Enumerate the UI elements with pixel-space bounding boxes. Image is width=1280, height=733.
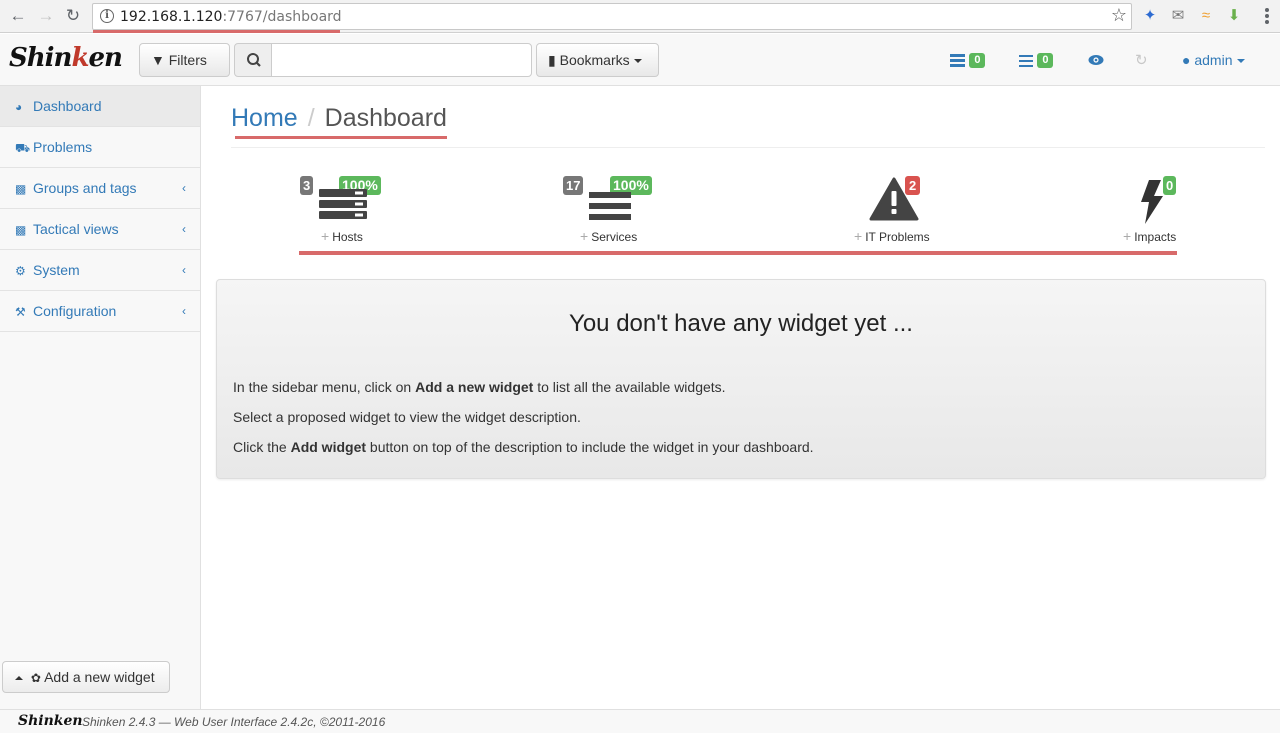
footer: Shinken Shinken 2.4.3 — Web User Interfa… [0, 709, 1280, 733]
bar-chart-icon: ▩ [15, 223, 27, 237]
services-summary[interactable]: 17 100% + Services [563, 176, 673, 246]
wrench-icon: ⚒ [15, 305, 26, 319]
chevron-left-icon: ‹ [182, 181, 186, 195]
search-group [234, 43, 532, 77]
bolt-icon [1141, 180, 1163, 224]
services-problems-badge: 0 [1037, 53, 1054, 69]
hosts-problems-link[interactable]: 0 [950, 52, 986, 70]
user-menu[interactable]: ● admin [1182, 52, 1245, 68]
browser-toolbar: ← → ↻ i 192.168.1.120:7767/dashboard ☆ ✦… [0, 0, 1280, 33]
site-info-icon[interactable]: i [100, 9, 114, 23]
empty-dashboard-panel: You don't have any widget yet ... In the… [216, 279, 1266, 479]
impacts-label: + Impacts [1123, 228, 1177, 244]
search-button[interactable] [234, 43, 272, 77]
sidebar-item-problems[interactable]: ⛟ Problems [0, 127, 200, 168]
filters-button[interactable]: ▼ Filters [139, 43, 230, 96]
user-icon: ● [1182, 52, 1191, 68]
breadcrumb: Home / Dashboard [231, 103, 447, 133]
server-icon [950, 54, 965, 68]
rss-icon[interactable]: ≈ [1197, 7, 1215, 25]
url-highlight [93, 30, 340, 33]
back-icon[interactable]: ← [8, 6, 28, 26]
browser-menu-icon[interactable] [1264, 7, 1270, 25]
chevron-left-icon: ‹ [182, 263, 186, 277]
panel-instruction-2: Select a proposed widget to view the wid… [233, 409, 581, 425]
impacts-count-badge: 0 [1163, 176, 1177, 195]
url-text: 192.168.1.120:7767/dashboard [120, 9, 342, 25]
bookmark-star-icon[interactable]: ☆ [1111, 5, 1127, 26]
mail-icon[interactable]: ✉ [1169, 7, 1187, 25]
search-input[interactable] [271, 43, 532, 77]
breadcrumb-home[interactable]: Home [231, 104, 298, 132]
sidebar-item-groups-and-tags[interactable]: ▩ Groups and tags ‹ [0, 168, 200, 209]
plus-icon: + [580, 228, 589, 244]
hosts-count-badge: 3 [300, 176, 314, 195]
footer-text: Shinken 2.4.3 — Web User Interface 2.4.2… [82, 715, 386, 729]
server-icon [319, 189, 367, 219]
it-problems-count-badge: 2 [905, 176, 921, 195]
breadcrumb-highlight [235, 136, 447, 139]
address-bar[interactable]: i 192.168.1.120:7767/dashboard ☆ [92, 3, 1132, 33]
forward-icon[interactable]: → [36, 6, 56, 26]
ambulance-icon: ⛟ [15, 141, 31, 155]
list-icon [1019, 54, 1033, 67]
brand-logo[interactable]: Shinken [9, 43, 123, 73]
services-problems-link[interactable]: 0 [1019, 52, 1054, 70]
filter-icon: ▼ [151, 52, 165, 68]
refresh-icon[interactable]: ↻ [1135, 51, 1148, 69]
hosts-problems-badge: 0 [969, 53, 986, 69]
it-problems-label: + IT Problems [854, 228, 930, 244]
hosts-summary[interactable]: 3 100% + Hosts [299, 176, 409, 246]
divider [231, 147, 1265, 148]
sidebar-item-configuration[interactable]: ⚒ Configuration ‹ [0, 291, 200, 332]
sidebar: ◕ Dashboard ⛟ Problems ▩ Groups and tags ‹ … [0, 86, 201, 709]
chevron-left-icon: ‹ [182, 304, 186, 318]
footer-logo: Shinken [18, 713, 83, 729]
it-problems-summary[interactable]: 2 + IT Problems [853, 176, 943, 246]
plus-icon: + [321, 228, 330, 244]
breadcrumb-separator: / [307, 104, 315, 132]
panel-instruction-1: In the sidebar menu, click on Add a new … [233, 379, 726, 395]
chevron-left-icon: ‹ [182, 222, 186, 236]
extension-pin-icon[interactable]: ✦ [1141, 7, 1159, 25]
plus-icon: + [854, 228, 863, 244]
sidebar-item-system[interactable]: ⚙ System ‹ [0, 250, 200, 291]
bookmark-icon: ▮ [548, 52, 556, 68]
dashboard-icon: ◕ [15, 100, 23, 114]
top-navbar: Shinken ▼ Filters ▮ Bookmarks 0 0 ↻ ● ad… [0, 34, 1280, 96]
eye-icon [1088, 55, 1104, 65]
services-label: + Services [580, 228, 638, 244]
eye-toggle[interactable] [1088, 53, 1104, 71]
services-count-badge: 17 [563, 176, 584, 195]
list-icon [589, 192, 631, 220]
summary-highlight [299, 251, 1177, 255]
sidebar-item-dashboard[interactable]: ◕ Dashboard [0, 86, 200, 127]
caret-up-icon [15, 676, 23, 681]
plus-icon: + [1123, 228, 1132, 244]
add-widget-button[interactable]: ✿ Add a new widget [2, 661, 170, 693]
sidebar-item-tactical-views[interactable]: ▩ Tactical views ‹ [0, 209, 200, 250]
panel-instruction-3: Click the Add widget button on top of th… [233, 439, 814, 455]
download-icon[interactable]: ⬇ [1225, 7, 1243, 25]
impacts-summary[interactable]: 0 + Impacts [1121, 176, 1191, 246]
gears-icon: ⚙ [15, 264, 26, 278]
panel-title: You don't have any widget yet ... [569, 310, 913, 337]
bookmarks-button[interactable]: ▮ Bookmarks [536, 43, 659, 77]
leaf-icon: ✿ [30, 671, 41, 685]
sitemap-icon: ▩ [15, 182, 27, 196]
hosts-label: + Hosts [321, 228, 363, 244]
search-icon [247, 53, 261, 67]
breadcrumb-current: Dashboard [324, 104, 447, 132]
main-content: Home / Dashboard 3 100% + Hosts 17 100% + Se… [201, 86, 1280, 709]
reload-icon[interactable]: ↻ [63, 6, 83, 26]
